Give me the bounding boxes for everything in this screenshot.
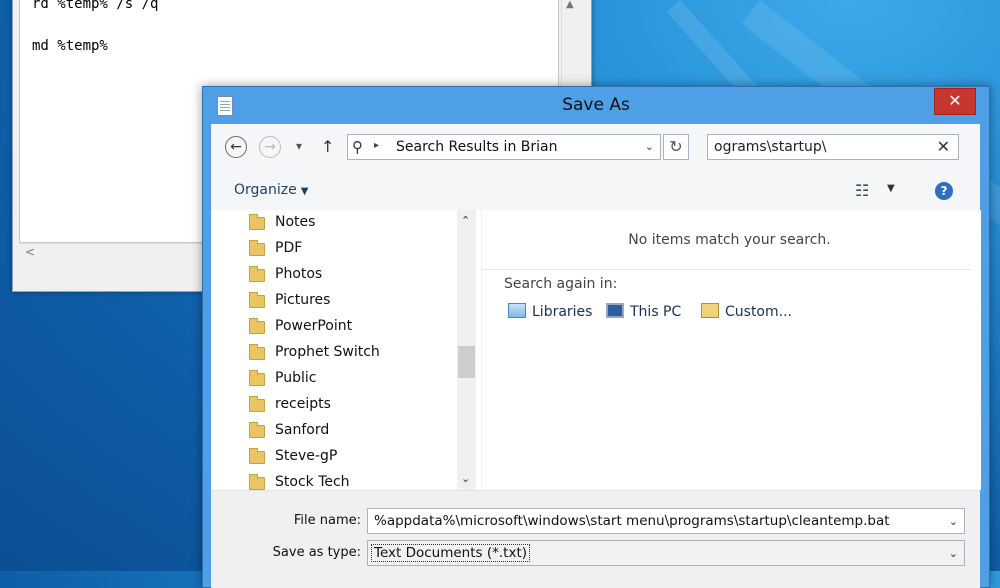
search-input[interactable]: ograms\startup\ ✕ [707, 134, 959, 160]
folder-item[interactable]: Public [211, 367, 451, 393]
file-name-field[interactable]: %appdata%\microsoft\windows\start menu\p… [367, 508, 965, 534]
computer-icon [606, 303, 624, 318]
folder-item[interactable]: Prophet Switch [211, 341, 451, 367]
navigation-pane-scrollbar[interactable]: ⌃ ⌄ [457, 210, 476, 490]
folder-label: Prophet Switch [275, 344, 380, 360]
folder-icon [249, 344, 265, 360]
folder-icon [249, 370, 265, 386]
organize-button[interactable]: Organize ▼ [234, 182, 308, 198]
save-as-type-label: Save as type: [272, 545, 361, 560]
folder-label: PowerPoint [275, 318, 353, 334]
search-this-pc-link[interactable]: This PC [606, 303, 681, 320]
folder-icon [249, 214, 265, 230]
command-bar: Organize ▼ ☷ ▼ ? [211, 171, 980, 211]
notepad-line: md %temp% [32, 38, 108, 54]
chevron-down-icon[interactable]: ⌄ [949, 515, 958, 528]
scrollbar-thumb[interactable] [458, 346, 475, 378]
folder-icon [249, 474, 265, 490]
forward-button[interactable]: → [259, 136, 281, 158]
navigation-pane: Notes PDF Photos Pictures PowerPoint Pro… [211, 210, 481, 490]
scroll-down-icon[interactable]: ⌄ [461, 472, 470, 485]
results-pane: No items match your search. Search again… [481, 210, 981, 490]
folder-item[interactable]: Photos [211, 263, 451, 289]
breadcrumb[interactable]: Search Results in Brian [396, 139, 557, 155]
back-button[interactable]: ← [225, 136, 247, 158]
folder-icon [249, 396, 265, 412]
save-form: File name: %appdata%\microsoft\windows\s… [211, 490, 980, 588]
folder-label: Sanford [275, 422, 330, 438]
folder-item[interactable]: Pictures [211, 289, 451, 315]
libraries-icon [508, 303, 526, 318]
view-options-chevron-icon[interactable]: ▼ [887, 183, 895, 194]
empty-results-message: No items match your search. [628, 232, 831, 248]
save-as-type-value: Text Documents (*.txt) [371, 544, 531, 562]
location-label: Custom... [725, 304, 792, 320]
folder-icon [249, 266, 265, 282]
save-as-dialog: Save As ✕ ← → ▾ ↑ ⚲ ▸ Search Results in … [202, 86, 990, 588]
folder-label: Stock Tech [275, 474, 350, 490]
refresh-button[interactable]: ↻ [663, 134, 689, 160]
dialog-title: Save As [562, 95, 630, 115]
recent-locations-icon[interactable]: ▾ [296, 139, 302, 153]
search-input-value: ograms\startup\ [714, 139, 827, 155]
file-name-value: %appdata%\microsoft\windows\start menu\p… [374, 513, 890, 529]
location-label: Libraries [532, 304, 593, 320]
close-button[interactable]: ✕ [934, 88, 976, 115]
folder-item[interactable]: receipts [211, 393, 451, 419]
location-label: This PC [630, 304, 682, 320]
notepad-line: rd %temp% /s /q [32, 0, 159, 12]
folder-label: receipts [275, 396, 331, 412]
folder-item[interactable]: Steve-gP [211, 445, 451, 471]
address-dropdown-icon[interactable]: ⌄ [645, 140, 654, 153]
save-as-type-select[interactable]: Text Documents (*.txt) ⌄ [367, 540, 965, 566]
scroll-up-icon[interactable]: ⌃ [461, 214, 470, 227]
search-icon: ⚲ [352, 138, 363, 156]
dialog-body: ← → ▾ ↑ ⚲ ▸ Search Results in Brian ⌄ ↻ … [211, 124, 981, 588]
organize-label: Organize [234, 182, 297, 198]
help-icon[interactable]: ? [935, 182, 953, 200]
search-again-label: Search again in: [504, 276, 618, 292]
folder-item[interactable]: PDF [211, 237, 451, 263]
folder-item[interactable]: PowerPoint [211, 315, 451, 341]
folder-label: Steve-gP [275, 448, 338, 464]
folder-label: Notes [275, 214, 316, 230]
folder-icon [249, 448, 265, 464]
address-bar[interactable]: ⚲ ▸ Search Results in Brian ⌄ [347, 134, 661, 160]
folder-label: Pictures [275, 292, 331, 308]
chevron-down-icon[interactable]: ⌄ [949, 547, 958, 560]
clear-search-icon[interactable]: ✕ [937, 137, 950, 156]
folder-label: PDF [275, 240, 303, 256]
folder-item[interactable]: Stock Tech [211, 471, 451, 490]
folder-label: Public [275, 370, 317, 386]
navigation-row: ← → ▾ ↑ ⚲ ▸ Search Results in Brian ⌄ ↻ … [211, 124, 980, 171]
search-custom-link[interactable]: Custom... [701, 303, 792, 320]
up-folder-icon[interactable]: ↑ [321, 137, 334, 156]
divider [482, 269, 971, 270]
folder-icon [249, 422, 265, 438]
notepad-line [32, 15, 558, 36]
folder-item[interactable]: Notes [211, 211, 451, 237]
file-name-label: File name: [293, 513, 361, 528]
scroll-left-icon[interactable]: < [25, 245, 35, 259]
change-view-icon[interactable]: ☷ [855, 181, 869, 200]
folder-label: Photos [275, 266, 323, 282]
folder-icon [249, 292, 265, 308]
dialog-titlebar[interactable]: Save As ✕ [203, 87, 989, 124]
folder-icon [249, 318, 265, 334]
scroll-up-icon[interactable]: ▲ [566, 0, 574, 10]
folder-icon [249, 240, 265, 256]
chevron-down-icon: ▼ [300, 186, 309, 197]
search-libraries-link[interactable]: Libraries [508, 303, 592, 320]
breadcrumb-chevron-icon[interactable]: ▸ [374, 140, 379, 151]
folder-item[interactable]: Sanford [211, 419, 451, 445]
custom-folder-icon [701, 303, 719, 318]
